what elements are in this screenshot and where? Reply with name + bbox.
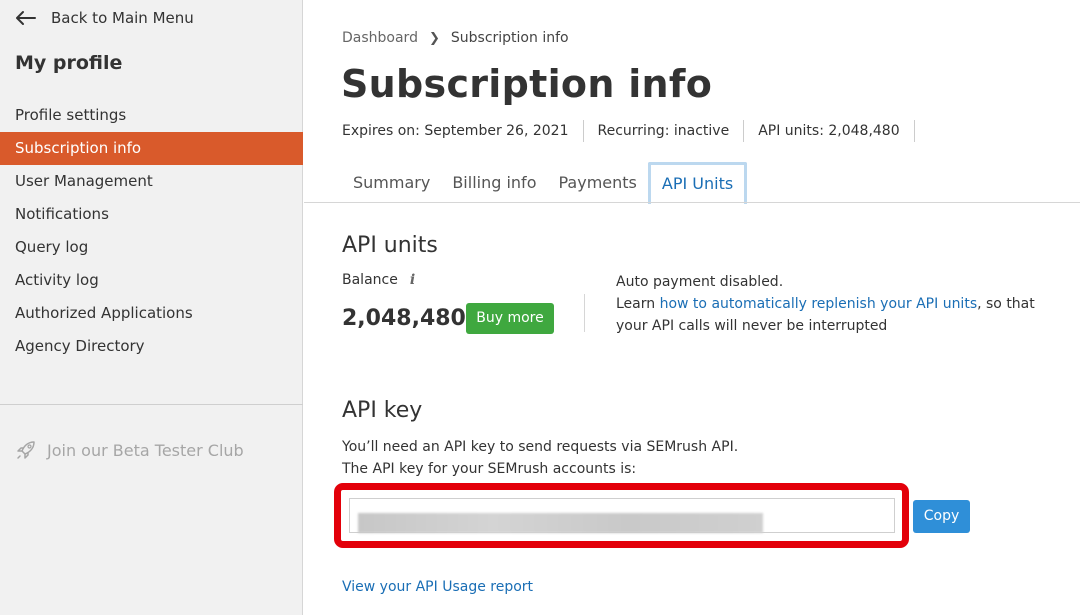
balance-value: 2,048,480	[342, 306, 466, 331]
subscription-meta: Expires on: September 26, 2021 Recurring…	[342, 120, 915, 142]
auto-payment-status: Auto payment disabled.	[616, 274, 784, 290]
back-to-main-menu-link[interactable]: Back to Main Menu	[15, 6, 194, 30]
sidebar-item-activity-log[interactable]: Activity log	[0, 264, 303, 297]
api-key-redacted	[358, 513, 763, 533]
sidebar-item-user-management[interactable]: User Management	[0, 165, 303, 198]
breadcrumb-dashboard[interactable]: Dashboard	[342, 30, 418, 46]
sidebar-item-notifications[interactable]: Notifications	[0, 198, 303, 231]
api-key-heading: API key	[342, 398, 423, 423]
page-title: Subscription info	[341, 62, 713, 106]
auto-payment-prefix: Learn	[616, 296, 660, 312]
sidebar-item-query-log[interactable]: Query log	[0, 231, 303, 264]
vertical-divider	[584, 294, 585, 332]
api-units-count: API units: 2,048,480	[744, 120, 915, 142]
breadcrumb: Dashboard ❯ Subscription info	[342, 30, 569, 46]
tab-summary[interactable]: Summary	[342, 162, 441, 204]
auto-payment-help: Learn how to automatically replenish you…	[616, 293, 1066, 337]
tab-api-units[interactable]: API Units	[647, 162, 748, 204]
arrow-left-icon	[16, 11, 36, 25]
api-units-heading: API units	[342, 233, 438, 258]
expires-date: Expires on: September 26, 2021	[342, 120, 584, 142]
info-icon[interactable]: i	[410, 272, 415, 288]
tab-bar: Summary Billing info Payments API Units	[342, 162, 748, 204]
rocket-icon	[17, 441, 35, 459]
beta-tester-link[interactable]: Join our Beta Tester Club	[15, 438, 244, 462]
sidebar-item-profile-settings[interactable]: Profile settings	[0, 99, 303, 132]
sidebar: Back to Main Menu My profile Profile set…	[0, 0, 303, 615]
tab-billing-info[interactable]: Billing info	[441, 162, 547, 204]
tab-payments[interactable]: Payments	[547, 162, 647, 204]
recurring-status: Recurring: inactive	[584, 120, 745, 142]
balance-label-row: Balance i	[342, 272, 415, 288]
chevron-right-icon: ❯	[428, 30, 440, 46]
api-key-field[interactable]	[349, 498, 895, 533]
api-key-desc-line1: You’ll need an API key to send requests …	[342, 439, 739, 455]
api-usage-report-link[interactable]: View your API Usage report	[342, 579, 533, 595]
main-content: Dashboard ❯ Subscription info Subscripti…	[304, 0, 1080, 615]
back-label: Back to Main Menu	[51, 9, 194, 27]
replenish-help-link[interactable]: how to automatically replenish your API …	[660, 296, 978, 312]
sidebar-nav: Profile settings Subscription info User …	[0, 99, 303, 363]
beta-label: Join our Beta Tester Club	[47, 440, 244, 460]
api-key-desc-line2: The API key for your SEMrush accounts is…	[342, 461, 637, 477]
sidebar-item-subscription-info[interactable]: Subscription info	[0, 132, 303, 165]
balance-label: Balance	[342, 272, 398, 288]
copy-button[interactable]: Copy	[913, 500, 970, 533]
auto-payment-note: Auto payment disabled. Learn how to auto…	[616, 271, 1066, 337]
sidebar-item-agency-directory[interactable]: Agency Directory	[0, 330, 303, 363]
sidebar-title: My profile	[15, 52, 123, 74]
api-key-highlight-frame	[334, 483, 909, 548]
tabs-divider	[304, 202, 1080, 203]
api-key-description: You’ll need an API key to send requests …	[342, 436, 738, 480]
breadcrumb-current: Subscription info	[450, 30, 569, 46]
buy-more-button[interactable]: Buy more	[466, 303, 554, 334]
sidebar-divider	[0, 404, 303, 405]
sidebar-item-authorized-applications[interactable]: Authorized Applications	[0, 297, 303, 330]
